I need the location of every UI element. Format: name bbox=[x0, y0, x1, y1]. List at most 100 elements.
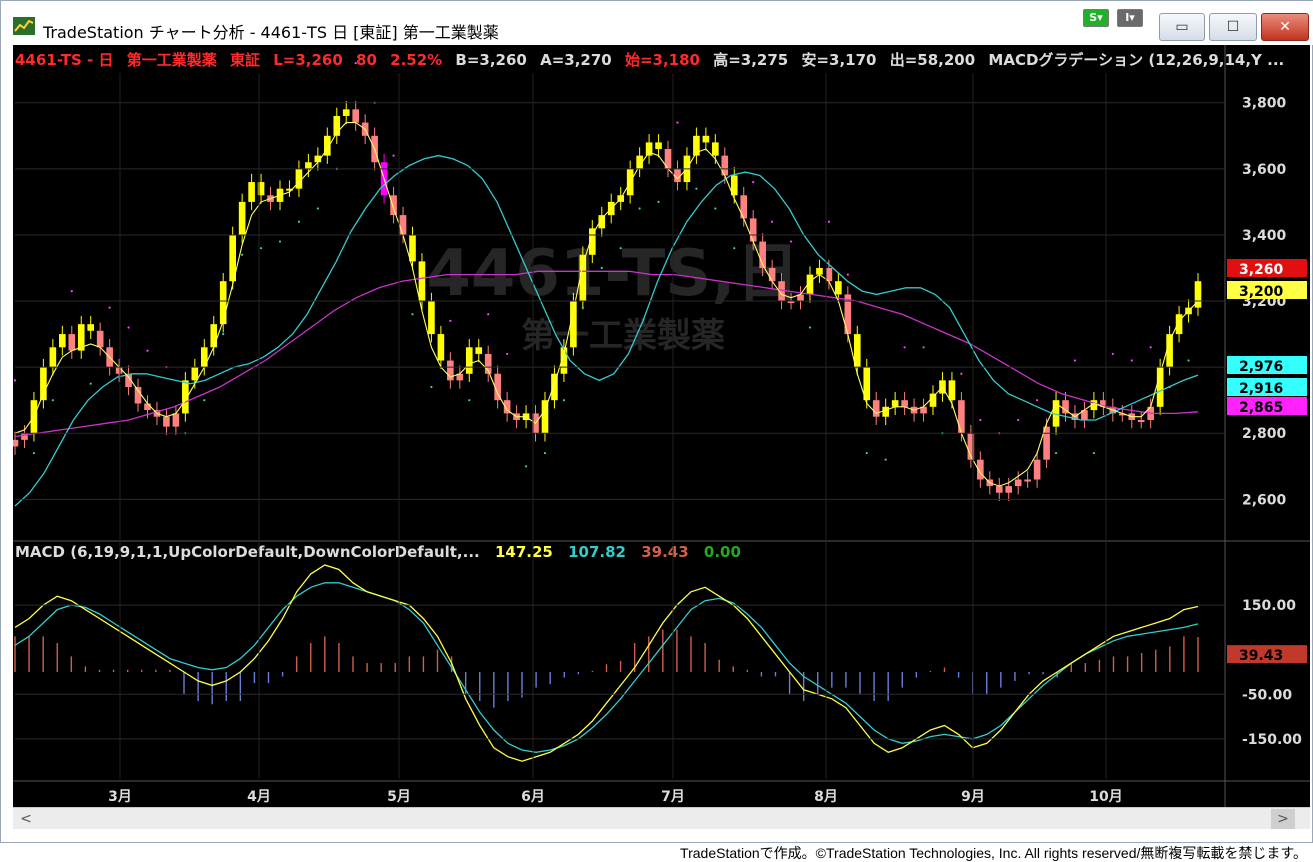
candle-up bbox=[59, 334, 66, 348]
macd-zero-value: 0.00 bbox=[704, 543, 741, 561]
candle-up bbox=[172, 413, 180, 427]
parabolic-sar-dot bbox=[714, 207, 717, 210]
parabolic-sar-dot bbox=[222, 332, 225, 336]
candle-up bbox=[305, 162, 312, 169]
candle-up bbox=[816, 267, 823, 275]
candle-down bbox=[399, 215, 407, 235]
maximize-button[interactable]: ☐ bbox=[1209, 13, 1257, 41]
header-line: 4461-TS - 日 第一工業製薬 東証 L=3,260 80 2.52% B… bbox=[15, 51, 1284, 69]
macd-diff-value: 39.43 bbox=[641, 543, 688, 561]
close-button[interactable]: ✕ bbox=[1261, 13, 1309, 41]
title-bar[interactable]: TradeStation チャート分析 - 4461-TS 日 [東証] 第一工… bbox=[1, 1, 1313, 45]
parabolic-sar-dot bbox=[865, 451, 868, 455]
candle-down bbox=[702, 135, 710, 143]
parabolic-sar-dot bbox=[695, 187, 698, 190]
candle-down bbox=[872, 400, 880, 417]
candle-up bbox=[1033, 459, 1041, 480]
parabolic-sar-dot bbox=[1111, 352, 1114, 356]
candle-up bbox=[929, 393, 937, 407]
parabolic-sar-dot bbox=[543, 451, 547, 455]
parabolic-sar-dot bbox=[960, 372, 963, 375]
parabolic-sar-dot bbox=[1036, 399, 1039, 402]
candle-down bbox=[749, 218, 757, 242]
price-tag-label: 3,260 bbox=[1239, 262, 1284, 278]
price-tick-label: 3,600 bbox=[1242, 162, 1287, 178]
horizontal-scrollbar[interactable]: < > bbox=[13, 807, 1310, 829]
parabolic-sar-dot bbox=[562, 399, 566, 402]
macd-tag-label: 39.43 bbox=[1239, 648, 1283, 664]
parabolic-sar-dot bbox=[32, 451, 36, 455]
header-exchange: 東証 bbox=[230, 51, 260, 69]
candle-up bbox=[49, 347, 57, 368]
candle-up bbox=[1014, 479, 1022, 487]
candle-down bbox=[96, 330, 104, 348]
header-open: 始=3,180 bbox=[625, 51, 700, 69]
macd-header-line: MACD (6,19,9,1,1,UpColorDefault,DownColo… bbox=[15, 543, 741, 561]
parabolic-sar-dot bbox=[127, 326, 130, 329]
parabolic-sar-dot bbox=[789, 240, 793, 243]
parabolic-sar-dot bbox=[771, 220, 774, 223]
month-tick-label: 9月 bbox=[961, 789, 985, 805]
candle-up bbox=[191, 367, 199, 381]
candle-down bbox=[475, 347, 483, 354]
parabolic-sar-dot bbox=[203, 399, 206, 402]
macd-line bbox=[14, 564, 1199, 762]
candle-down bbox=[674, 168, 681, 183]
candle-down bbox=[948, 380, 956, 401]
month-tick-label: 6月 bbox=[521, 789, 545, 805]
price-tick-label: 2,800 bbox=[1242, 426, 1287, 442]
copyright-footer: TradeStationで作成。©TradeStation Technologi… bbox=[680, 845, 1307, 861]
candle-down bbox=[768, 267, 776, 282]
parabolic-sar-dot bbox=[411, 313, 414, 316]
scroll-right-arrow-icon[interactable]: > bbox=[1271, 809, 1295, 829]
candle-down bbox=[901, 400, 908, 407]
parabolic-sar-dot bbox=[676, 121, 679, 124]
parabolic-sar-dot bbox=[657, 200, 660, 203]
header-company: 第一工業製薬 bbox=[127, 51, 217, 69]
candle-down bbox=[163, 416, 170, 427]
axes-layer: 2,6002,8003,0003,2003,4003,6003,8003月4月5… bbox=[15, 73, 1302, 805]
parabolic-sar-dot bbox=[846, 273, 849, 276]
parabolic-sar-dot bbox=[430, 385, 433, 389]
parabolic-sar-dot bbox=[922, 346, 925, 349]
candle-up bbox=[342, 109, 350, 116]
parabolic-sar-dot bbox=[581, 306, 584, 309]
parabolic-sar-dot bbox=[638, 207, 641, 210]
macd-panel bbox=[14, 564, 1199, 762]
parabolic-sar-dot bbox=[1092, 451, 1095, 455]
parabolic-sar-dot bbox=[884, 458, 887, 461]
candle-up bbox=[465, 347, 473, 374]
parabolic-sar-dot bbox=[51, 399, 54, 402]
parabolic-sar-dot bbox=[146, 349, 149, 352]
parabolic-sar-dot bbox=[827, 220, 831, 223]
candle-down bbox=[655, 142, 662, 150]
parabolic-sar-dot bbox=[89, 382, 92, 385]
candle-up bbox=[1005, 486, 1013, 493]
macd-tick-label: 150.00 bbox=[1242, 598, 1296, 614]
macd-tick-label: -150.00 bbox=[1242, 732, 1302, 748]
candle-up bbox=[891, 400, 899, 407]
candle-down bbox=[958, 400, 965, 434]
header-last: L=3,260 bbox=[273, 51, 343, 69]
s-dropdown-button[interactable]: S▾ bbox=[1083, 9, 1109, 27]
candle-down bbox=[418, 261, 426, 302]
candle-up bbox=[219, 281, 227, 325]
parabolic-sar-dot bbox=[316, 207, 319, 210]
candle-up bbox=[1175, 314, 1183, 335]
candle-down bbox=[835, 281, 842, 295]
price-chart[interactable]: 4461-TS,日 第一工業製薬 4461-TS - 日 第一工業製薬 東証 L… bbox=[13, 45, 1310, 807]
header-high: 高=3,275 bbox=[713, 51, 788, 69]
minimize-button[interactable]: ▭ bbox=[1159, 13, 1205, 41]
maximize-icon: ☐ bbox=[1226, 19, 1240, 35]
scroll-left-arrow-icon[interactable]: < bbox=[17, 810, 35, 828]
minimize-icon: ▭ bbox=[1175, 19, 1189, 35]
candle-up bbox=[248, 182, 255, 202]
header-symbol: 4461-TS - 日 bbox=[15, 51, 113, 69]
parabolic-sar-dot bbox=[487, 313, 490, 316]
i-dropdown-button[interactable]: I▾ bbox=[1117, 9, 1143, 27]
parabolic-sar-dot bbox=[108, 306, 111, 309]
parabolic-sar-dot bbox=[297, 220, 301, 223]
parabolic-sar-dot bbox=[619, 247, 622, 250]
macd-value: 147.25 bbox=[495, 543, 553, 561]
close-icon: ✕ bbox=[1279, 19, 1291, 35]
